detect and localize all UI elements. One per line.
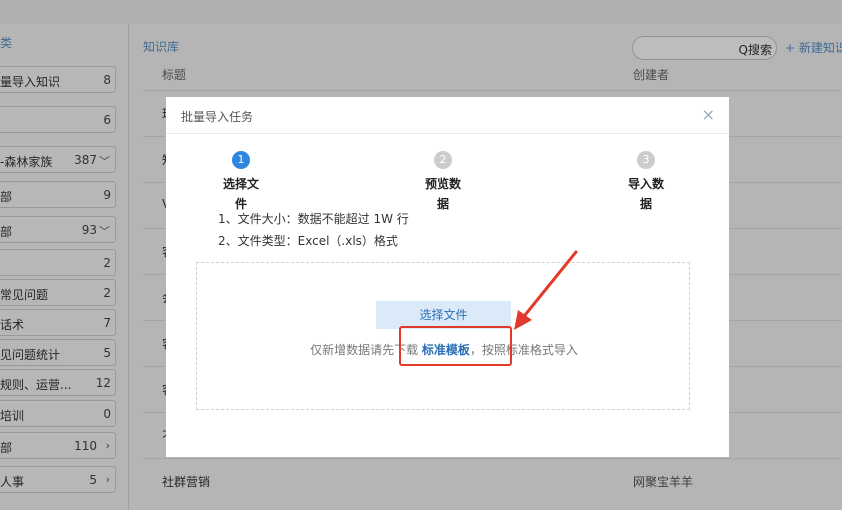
annotation-arrow — [514, 250, 578, 330]
